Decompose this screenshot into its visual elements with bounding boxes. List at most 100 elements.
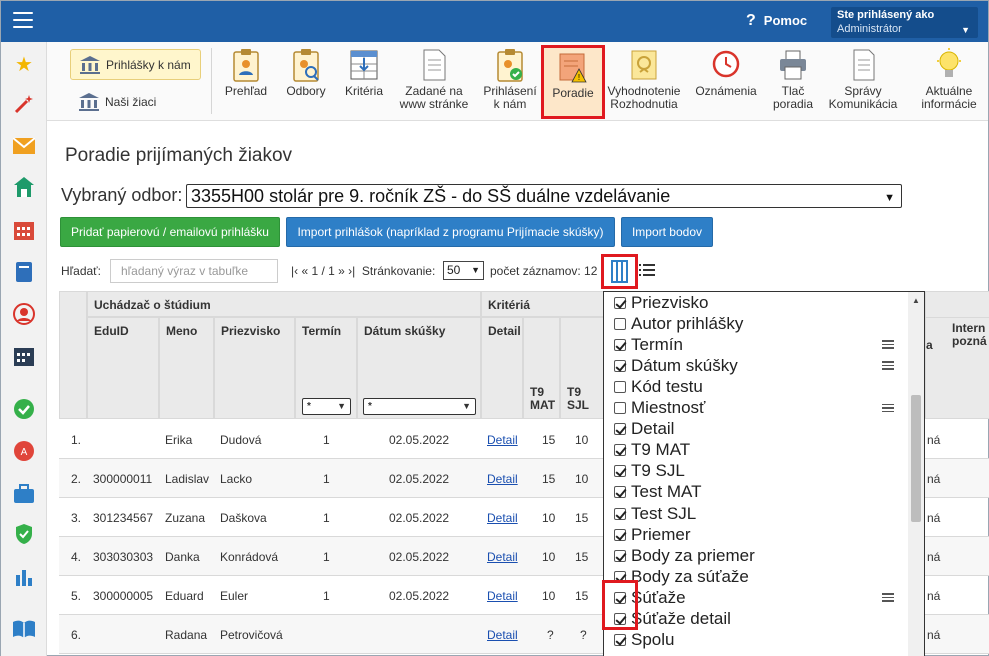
column-checkbox[interactable] — [614, 465, 626, 478]
termin-filter[interactable]: * ▼ — [302, 398, 351, 415]
bar-chart-icon[interactable] — [12, 565, 36, 589]
magic-wand-icon[interactable] — [12, 92, 36, 116]
timetable-icon[interactable] — [12, 344, 36, 368]
column-option[interactable]: Priemer — [614, 524, 691, 545]
tool-tlac-poradia[interactable]: Tlač poradia — [769, 48, 817, 111]
import-applications-button[interactable]: Import prihlášok (napríklad z programu P… — [286, 217, 615, 247]
star-icon[interactable]: ★ — [12, 52, 36, 76]
detail-link[interactable]: Detail — [487, 472, 518, 486]
column-option[interactable]: Detail — [614, 419, 674, 440]
column-option[interactable]: Kód testu — [614, 376, 703, 397]
menu-icon[interactable] — [13, 12, 33, 28]
tool-spravy[interactable]: Správy Komunikácia — [825, 48, 901, 111]
header-datum[interactable]: Dátum skúšky * ▼ — [357, 317, 481, 419]
tool-vyhodnotenie[interactable]: Vyhodnotenie Rozhodnutia — [606, 48, 682, 111]
column-option[interactable]: Termín — [614, 334, 683, 355]
user-menu[interactable]: Ste prihlásený ako Administrátor ▼ — [831, 7, 978, 38]
column-option[interactable]: Test MAT — [614, 482, 702, 503]
column-option[interactable]: Autor prihlášky — [614, 313, 743, 334]
column-checkbox[interactable] — [614, 317, 626, 330]
column-checkbox[interactable] — [614, 549, 626, 562]
search-label: Hľadať: — [61, 264, 102, 278]
tool-kriteria[interactable]: Kritéria — [339, 48, 389, 98]
detail-link[interactable]: Detail — [487, 511, 518, 525]
text-lines-icon[interactable] — [882, 361, 894, 370]
header-meno[interactable]: Meno — [159, 317, 214, 419]
column-option[interactable]: Spolu — [614, 630, 674, 651]
column-option[interactable]: Body za priemer — [614, 545, 755, 566]
header-termin[interactable]: Termín * ▼ — [295, 317, 357, 419]
column-chooser-button[interactable] — [601, 254, 638, 289]
tool-zadane-na-www[interactable]: Zadané na www stránke — [395, 48, 473, 111]
column-checkbox[interactable] — [614, 528, 626, 541]
column-option-label: Detail — [631, 419, 675, 439]
column-option[interactable]: Test SJL — [614, 503, 696, 524]
scrollbar[interactable]: ▲ — [908, 292, 924, 656]
our-students-button[interactable]: Naši žiaci — [70, 86, 201, 117]
column-checkbox[interactable] — [614, 570, 626, 583]
column-checkbox[interactable] — [614, 423, 626, 436]
tool-odbory[interactable]: Odbory — [283, 48, 329, 98]
column-option[interactable]: T9 SJL — [614, 461, 685, 482]
cell-eduid: 300000005 — [93, 589, 154, 603]
detail-link[interactable]: Detail — [487, 433, 518, 447]
column-checkbox[interactable] — [614, 486, 626, 499]
open-book-icon[interactable] — [12, 617, 36, 641]
odbor-select[interactable]: 3355H00 stolár pre 9. ročník ZŠ - do SŠ … — [186, 184, 902, 208]
column-option[interactable]: Priezvisko — [614, 292, 708, 313]
column-checkbox[interactable] — [614, 634, 626, 647]
briefcase-icon[interactable] — [12, 482, 36, 506]
header-priezvisko[interactable]: Priezvisko — [214, 317, 295, 419]
tool-prihlaseni[interactable]: Prihlásení k nám — [480, 48, 540, 111]
list-view-icon[interactable] — [639, 263, 655, 277]
detail-link[interactable]: Detail — [487, 589, 518, 603]
column-checkbox[interactable] — [614, 402, 626, 414]
tool-poradie[interactable]: ! Poradie — [541, 45, 605, 119]
scroll-up-icon[interactable]: ▲ — [912, 296, 920, 305]
header-t9sjl[interactable]: T9 SJL — [560, 317, 604, 419]
mail-icon[interactable] — [12, 134, 36, 158]
tool-aktualne-informacie[interactable]: Aktuálne informácie — [909, 48, 989, 111]
lightbulb-icon — [937, 48, 961, 77]
column-option[interactable]: T9 MAT — [614, 440, 690, 461]
page-size-select[interactable]: 50 ▼ — [443, 261, 484, 280]
book-icon[interactable] — [12, 260, 36, 284]
column-chooser-dropdown[interactable]: ▲ Priezvisko Autor prihlášky Termín Dátum s… — [603, 291, 925, 656]
scrollbar-thumb[interactable] — [911, 395, 921, 522]
column-checkbox[interactable] — [614, 507, 626, 520]
column-checkbox[interactable] — [614, 338, 626, 351]
grade-icon[interactable]: A — [12, 439, 36, 463]
column-checkbox[interactable] — [614, 380, 626, 393]
school-icon[interactable] — [12, 175, 36, 199]
column-checkbox[interactable] — [614, 444, 626, 457]
column-checkbox[interactable] — [614, 296, 626, 309]
import-points-button[interactable]: Import bodov — [621, 217, 713, 247]
datum-filter[interactable]: * ▼ — [363, 398, 476, 415]
column-option[interactable]: Miestnosť — [614, 398, 705, 419]
column-option-label: Súťaže detail — [631, 609, 731, 628]
text-lines-icon[interactable] — [882, 593, 894, 602]
header-num — [59, 291, 87, 419]
search-input[interactable]: hľadaný výraz v tabuľke — [110, 259, 278, 283]
column-option[interactable]: Dátum skúšky — [614, 355, 738, 376]
tool-oznamenia[interactable]: Oznámenia — [689, 48, 763, 98]
cell-meno: Erika — [165, 433, 193, 447]
applications-to-us-button[interactable]: Prihlášky k nám — [70, 49, 201, 80]
help-link[interactable]: ? Pomoc — [746, 12, 807, 30]
detail-link[interactable]: Detail — [487, 628, 518, 642]
shield-icon[interactable] — [12, 522, 36, 546]
person-icon[interactable] — [12, 302, 36, 326]
column-checkbox[interactable] — [614, 359, 626, 372]
header-group-student: Uchádzač o štúdium — [87, 291, 481, 317]
header-t9mat[interactable]: T9 MAT — [523, 317, 560, 419]
check-circle-icon[interactable] — [12, 397, 36, 421]
header-eduid[interactable]: EduID — [87, 317, 159, 419]
add-application-button[interactable]: Pridať papierovú / emailovú prihlášku — [60, 217, 280, 247]
text-lines-icon[interactable] — [882, 340, 894, 349]
detail-link[interactable]: Detail — [487, 550, 518, 564]
text-lines-icon[interactable] — [882, 403, 894, 413]
tool-prehlad[interactable]: Prehľad — [221, 48, 271, 98]
header-detail[interactable]: Detail — [481, 317, 523, 419]
calendar-icon[interactable] — [12, 218, 36, 242]
pager[interactable]: |‹ « 1 / 1 » ›| Stránkovanie: — [291, 264, 435, 278]
